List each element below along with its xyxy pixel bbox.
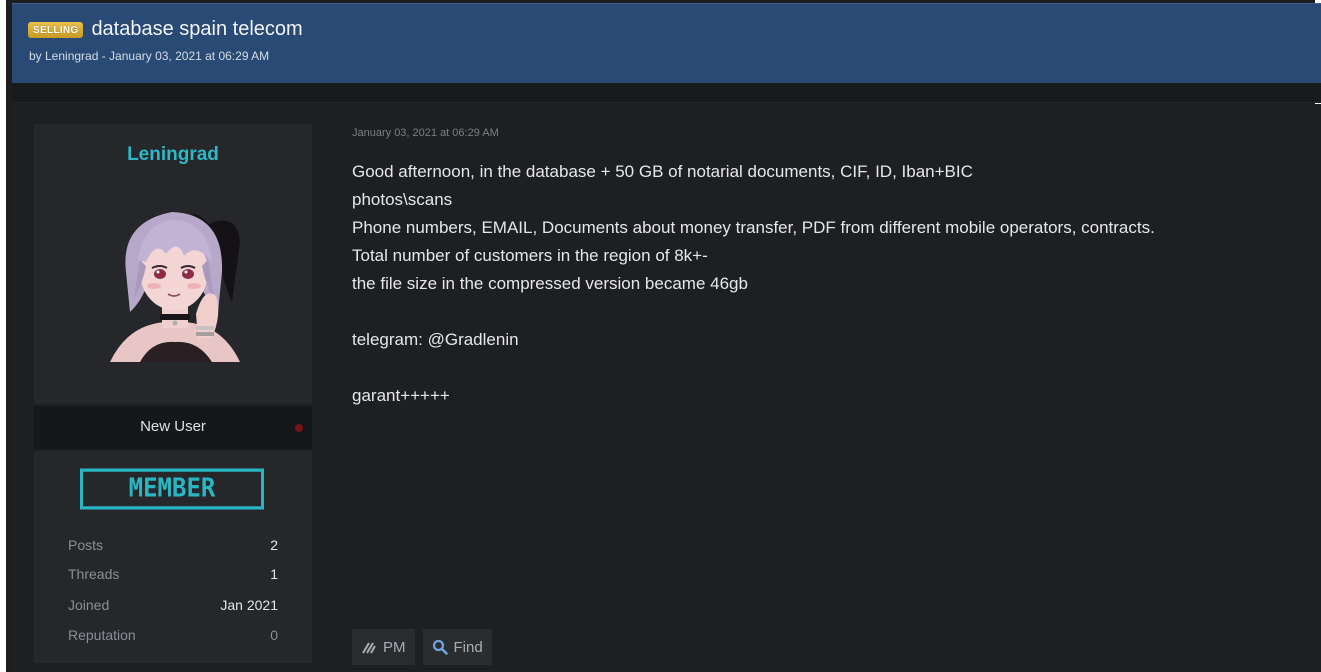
- stat-label: Reputation: [68, 627, 136, 643]
- selling-prefix-badge[interactable]: SELLING: [28, 21, 84, 38]
- stat-row-threads: Threads 1: [68, 566, 278, 586]
- member-badge: MEMBER: [80, 468, 264, 510]
- post-line: photos\scans: [352, 190, 453, 209]
- stat-value[interactable]: 2: [270, 537, 278, 557]
- page-frame: SELLING database spain telecom by Lening…: [0, 0, 1321, 672]
- find-button[interactable]: Find: [422, 629, 492, 665]
- pm-button-label: PM: [383, 638, 406, 656]
- stat-label: Posts: [68, 537, 104, 553]
- stat-row-posts: Posts 2: [68, 537, 278, 557]
- post-line: garant+++++: [352, 386, 450, 405]
- title-row: SELLING database spain telecom: [28, 18, 303, 41]
- post-line: the file size in the compressed version …: [352, 274, 748, 293]
- post-line: Total number of customers in the region …: [352, 246, 708, 265]
- post-line: telegram: @Gradlenin: [352, 330, 519, 349]
- post-line: Phone numbers, EMAIL, Documents about mo…: [352, 218, 1155, 237]
- post-body: Good afternoon, in the database + 50 GB …: [352, 158, 1312, 410]
- stat-label: Joined: [68, 597, 110, 613]
- search-icon: [432, 639, 448, 655]
- thread-toolbar-strip: [12, 83, 1321, 103]
- stat-value[interactable]: 1: [270, 566, 278, 586]
- stat-label: Threads: [68, 566, 120, 582]
- stat-value[interactable]: 0: [270, 627, 278, 647]
- author-rank-row: New User: [34, 406, 312, 449]
- post-actions: PM Find: [352, 629, 492, 665]
- avatar[interactable]: [100, 202, 250, 362]
- anime-avatar-icon: [110, 212, 240, 362]
- thread-title: database spain telecom: [91, 18, 303, 40]
- post-date[interactable]: January 03, 2021 at 06:29 AM: [352, 127, 499, 139]
- signal-icon: [362, 642, 376, 654]
- post: Leningrad New User MEMBER Posts 2 Thread…: [12, 104, 1321, 672]
- offline-status-dot: [295, 424, 303, 432]
- author-username[interactable]: Leningrad: [34, 144, 312, 166]
- pm-button[interactable]: PM: [352, 629, 415, 665]
- find-button-label: Find: [453, 638, 483, 656]
- author-stats-card: MEMBER Posts 2 Threads 1 Joined Jan 2021…: [34, 451, 312, 663]
- stat-row-joined: Joined Jan 2021: [68, 597, 278, 617]
- post-line: Good afternoon, in the database + 50 GB …: [352, 162, 973, 181]
- thread-meta: by Leningrad - January 03, 2021 at 06:29…: [29, 49, 270, 63]
- author-rank: New User: [140, 418, 206, 435]
- stat-row-reputation: Reputation 0: [68, 627, 278, 647]
- thread-header: SELLING database spain telecom by Lening…: [12, 3, 1321, 83]
- stat-value: Jan 2021: [220, 597, 278, 613]
- author-card: Leningrad: [34, 124, 312, 404]
